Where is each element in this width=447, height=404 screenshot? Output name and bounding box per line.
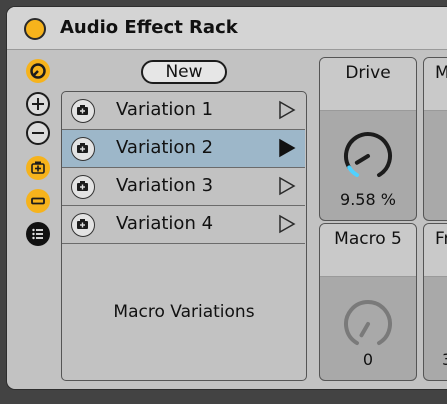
- macro-truncated-1: M: [423, 57, 447, 221]
- title-bar: Audio Effect Rack: [7, 7, 447, 50]
- macro-header: M: [424, 58, 447, 111]
- macro-name: Fr: [435, 229, 447, 249]
- variation-row-3[interactable]: Variation 3: [62, 168, 305, 206]
- device-title: Audio Effect Rack: [60, 17, 238, 38]
- launch-variation-icon[interactable]: [278, 176, 296, 196]
- remove-macro-icon[interactable]: [26, 121, 50, 145]
- macro-5: Macro 5 0: [319, 223, 417, 381]
- macro-toggle-icon[interactable]: [26, 59, 50, 83]
- macro-header: Macro 5: [320, 224, 416, 277]
- variation-label: Variation 2: [116, 137, 214, 158]
- add-macro-icon[interactable]: [26, 92, 50, 116]
- variation-label: Variation 1: [116, 99, 214, 120]
- variation-row-2[interactable]: Variation 2: [62, 130, 305, 168]
- store-variation-icon[interactable]: [71, 175, 95, 199]
- power-button[interactable]: [24, 18, 46, 40]
- macro-value: 3: [442, 350, 447, 369]
- launch-variation-icon[interactable]: [278, 100, 296, 120]
- macro-5-knob[interactable]: [340, 296, 396, 352]
- macro-name: Drive: [345, 63, 391, 83]
- drive-knob[interactable]: [340, 128, 396, 184]
- store-variation-icon[interactable]: [71, 99, 95, 123]
- macro-name: Macro 5: [334, 229, 402, 249]
- macro-name: M: [435, 63, 447, 83]
- macro-variations-panel: Variation 1 Variation 2 Variation 3 Vari…: [61, 91, 307, 381]
- audio-effect-rack-device: Audio Effect Rack New Variation 1 Variat…: [6, 6, 447, 390]
- store-variation-icon[interactable]: [71, 213, 95, 237]
- variation-row-4[interactable]: Variation 4: [62, 206, 305, 244]
- macro-value: 0: [362, 350, 374, 369]
- launch-variation-icon[interactable]: [278, 138, 296, 158]
- macro-variations-label: Macro Variations: [113, 302, 255, 322]
- new-variation-button[interactable]: New: [141, 60, 227, 84]
- macro-drive: Drive 9.58 %: [319, 57, 417, 221]
- variation-row-1[interactable]: Variation 1: [62, 92, 305, 130]
- launch-variation-icon[interactable]: [278, 214, 296, 234]
- macro-value: 9.58 %: [340, 190, 396, 209]
- macro-header: Drive: [320, 58, 416, 111]
- chain-list-icon[interactable]: [26, 222, 50, 246]
- variation-label: Variation 3: [116, 175, 214, 196]
- macro-header: Fr: [424, 224, 447, 277]
- store-variation-icon[interactable]: [71, 137, 95, 161]
- variation-label: Variation 4: [116, 213, 214, 234]
- randomize-icon[interactable]: [26, 156, 50, 180]
- macro-truncated-2: Fr 3: [423, 223, 447, 381]
- show-variations-icon[interactable]: [26, 189, 50, 213]
